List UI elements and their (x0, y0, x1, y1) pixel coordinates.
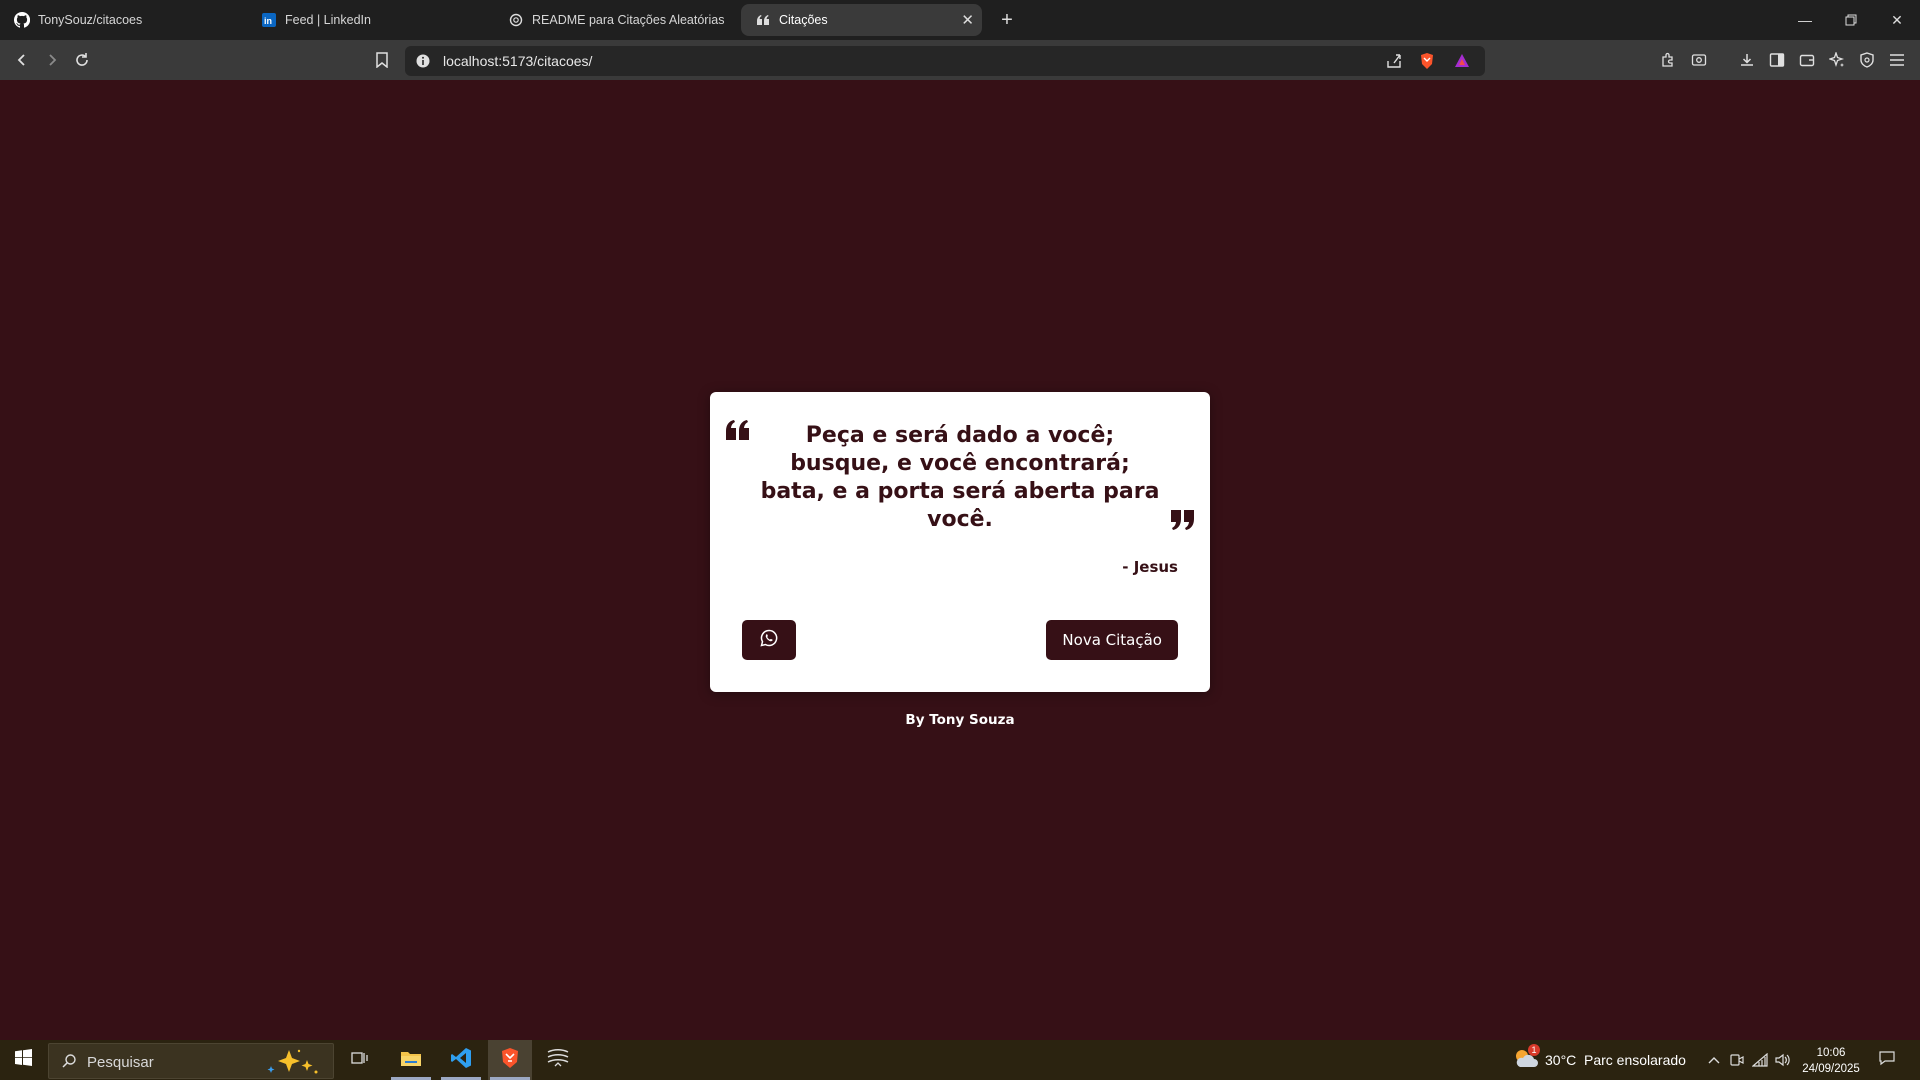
quote-open-icon (726, 420, 750, 444)
start-button[interactable] (0, 1040, 46, 1080)
tab-strip: TonySouz/citacoes in Feed | LinkedIn REA… (0, 0, 1920, 40)
weather-widget[interactable]: 1 (1510, 1040, 1540, 1080)
quote-author: - Jesus (1122, 558, 1178, 576)
task-view-button[interactable] (340, 1040, 380, 1080)
github-icon (14, 12, 30, 28)
folder-icon (400, 1049, 422, 1072)
restore-button[interactable] (1828, 0, 1874, 40)
tab-title: README para Citações Aleatórias (532, 13, 725, 27)
task-view-icon (351, 1050, 369, 1071)
meet-now-icon[interactable] (1726, 1040, 1748, 1080)
site-info-icon[interactable] (415, 53, 431, 69)
tab-linkedin[interactable]: in Feed | LinkedIn (247, 4, 492, 36)
windows-icon (14, 1049, 32, 1071)
quote-text: Peça e será dado a você; busque, e você … (760, 423, 1160, 532)
copilot-sparkle-icon (263, 1048, 325, 1080)
weather-sun-cloud-icon: 1 (1512, 1043, 1540, 1074)
wifi-icon[interactable] (1749, 1040, 1771, 1080)
show-hidden-icons-button[interactable] (1702, 1040, 1726, 1080)
menu-icon[interactable] (1885, 48, 1909, 72)
tab-github[interactable]: TonySouz/citacoes (0, 4, 245, 36)
clock-date: 24/09/2025 (1802, 1063, 1860, 1075)
footer-byline: By Tony Souza (905, 712, 1015, 728)
weather-temp[interactable]: 30°C (1545, 1040, 1576, 1080)
tab-title: Citações (779, 13, 828, 27)
minimize-button[interactable]: — (1782, 0, 1828, 40)
terminal-icon (546, 1048, 570, 1073)
vpn-shield-icon[interactable] (1855, 48, 1879, 72)
sidebar-icon[interactable] (1765, 48, 1789, 72)
tab-citacoes[interactable]: Citações ✕ (741, 4, 982, 36)
taskbar-vscode[interactable] (440, 1040, 482, 1080)
url-text[interactable]: localhost:5173/citacoes/ (443, 53, 592, 69)
tab-title: TonySouz/citacoes (38, 13, 143, 27)
new-quote-button[interactable]: Nova Citação (1046, 620, 1178, 660)
weather-badge: 1 (1528, 1043, 1540, 1056)
taskbar-terminal[interactable] (538, 1040, 578, 1080)
openai-icon (508, 12, 524, 28)
brave-icon (500, 1047, 520, 1074)
taskbar-clock[interactable]: 10:06 24/09/2025 (1796, 1045, 1866, 1077)
quote-icon (755, 12, 771, 28)
taskbar-brave[interactable] (488, 1040, 532, 1080)
reload-icon[interactable] (70, 48, 94, 72)
screenshot-icon[interactable] (1687, 48, 1711, 72)
svg-text:in: in (264, 16, 272, 26)
leo-ai-icon[interactable] (1825, 48, 1849, 72)
taskbar: Pesquisar 1 30°C Parc ensolarado 10:06 2… (0, 1040, 1920, 1080)
weather-desc[interactable]: Parc ensolarado (1584, 1040, 1686, 1080)
quote-card: Peça e será dado a você; busque, e você … (710, 392, 1210, 692)
forward-icon[interactable] (40, 48, 64, 72)
share-whatsapp-button[interactable] (742, 620, 796, 660)
tab-title: Feed | LinkedIn (285, 13, 371, 27)
address-bar[interactable]: localhost:5173/citacoes/ (405, 46, 1485, 76)
clock-time: 10:06 (1816, 1047, 1846, 1059)
taskbar-file-explorer[interactable] (390, 1040, 432, 1080)
linkedin-icon: in (261, 12, 277, 28)
search-icon (61, 1053, 77, 1074)
brave-rewards-icon[interactable] (1453, 52, 1471, 75)
brave-shields-icon[interactable] (1419, 52, 1435, 75)
search-placeholder: Pesquisar (87, 1054, 154, 1071)
close-window-button[interactable]: ✕ (1874, 0, 1920, 40)
taskbar-search[interactable]: Pesquisar (48, 1043, 334, 1079)
quote-close-icon (1170, 508, 1194, 532)
chevron-up-icon (1708, 1051, 1720, 1069)
new-tab-button[interactable]: + (995, 8, 1019, 32)
share-icon[interactable] (1385, 52, 1403, 75)
notification-icon (1879, 1050, 1895, 1071)
wallet-icon[interactable] (1795, 48, 1819, 72)
back-icon[interactable] (10, 48, 34, 72)
volume-icon[interactable] (1772, 1040, 1794, 1080)
tab-readme[interactable]: README para Citações Aleatórias (494, 4, 739, 36)
extensions-icon[interactable] (1656, 48, 1680, 72)
close-tab-icon[interactable]: ✕ (961, 11, 974, 29)
vscode-icon (450, 1047, 472, 1074)
bookmark-icon[interactable] (370, 48, 394, 72)
download-icon[interactable] (1735, 48, 1759, 72)
whatsapp-icon (760, 629, 778, 652)
notifications-button[interactable] (1872, 1040, 1902, 1080)
